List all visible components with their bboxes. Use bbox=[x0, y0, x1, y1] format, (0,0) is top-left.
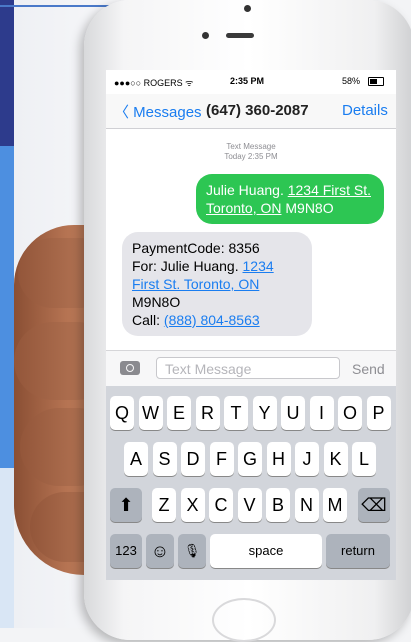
received-message-bubble[interactable]: PaymentCode: 8356 For: Julie Huang. 1234… bbox=[122, 232, 312, 336]
key-n[interactable]: N bbox=[294, 488, 319, 522]
phone-top-dot bbox=[244, 5, 251, 12]
for-line: For: Julie Huang. 1234 First St. Toronto… bbox=[132, 257, 302, 293]
phone-link[interactable]: (888) 804-8563 bbox=[164, 312, 260, 328]
key-v[interactable]: V bbox=[237, 488, 262, 522]
message-timestamp: Today 2:35 PM bbox=[224, 152, 278, 161]
details-button[interactable]: Details bbox=[342, 102, 388, 119]
key-t[interactable]: T bbox=[224, 396, 248, 430]
key-c[interactable]: C bbox=[209, 488, 233, 522]
call-prefix: Call: bbox=[132, 312, 161, 328]
key-h[interactable]: H bbox=[266, 442, 291, 476]
camera-icon[interactable] bbox=[120, 361, 140, 375]
key-j[interactable]: J bbox=[295, 442, 319, 476]
key-f[interactable]: F bbox=[209, 442, 234, 476]
key-x[interactable]: X bbox=[180, 488, 205, 522]
sent-postal: M9N8O bbox=[285, 200, 334, 216]
battery-icon bbox=[368, 77, 384, 86]
key-s[interactable]: S bbox=[152, 442, 177, 476]
battery-percent: 58% bbox=[342, 76, 361, 86]
key-z[interactable]: Z bbox=[152, 488, 176, 522]
key-q[interactable]: Q bbox=[110, 396, 134, 430]
clock: 2:35 PM bbox=[230, 76, 265, 86]
earpiece-speaker bbox=[226, 33, 254, 38]
key-g[interactable]: G bbox=[238, 442, 262, 476]
key-b[interactable]: B bbox=[266, 488, 290, 522]
emoji-icon[interactable]: ☺ bbox=[146, 534, 174, 568]
key-w[interactable]: W bbox=[138, 396, 163, 430]
call-line: Call: (888) 804-8563 bbox=[132, 311, 302, 329]
key-l[interactable]: L bbox=[352, 442, 376, 476]
key-d[interactable]: D bbox=[181, 442, 205, 476]
background-rule bbox=[0, 5, 110, 7]
return-key[interactable]: return bbox=[326, 534, 390, 568]
carrier-label: ●●●○○ ROGERS ᯤ bbox=[114, 78, 194, 88]
message-meta: Text Message Today 2:35 PM bbox=[106, 142, 396, 162]
message-type-label: Text Message bbox=[226, 142, 276, 151]
microphone-icon[interactable]: 🎙 bbox=[178, 534, 206, 568]
key-a[interactable]: A bbox=[124, 442, 148, 476]
home-button[interactable] bbox=[212, 598, 276, 642]
keyboard: Q W E R T Y U I O P A S D F G H J K L ⬆ Z X C V B N M ⌫ 123 ☺ 🎙 space re… bbox=[106, 386, 396, 580]
back-button[interactable]: 〈 Messages bbox=[114, 101, 202, 122]
background-blue-panel bbox=[0, 146, 14, 468]
nav-bar: 〈 Messages (647) 360-2087 Details bbox=[106, 94, 396, 129]
background-light-panel bbox=[0, 468, 14, 628]
front-camera bbox=[202, 32, 209, 39]
key-e[interactable]: E bbox=[167, 396, 191, 430]
shift-icon[interactable]: ⬆ bbox=[110, 488, 142, 522]
space-key[interactable]: space bbox=[210, 534, 322, 568]
for-prefix: For: Julie Huang. bbox=[132, 258, 239, 274]
key-k[interactable]: K bbox=[323, 442, 348, 476]
payment-code-line: PaymentCode: 8356 bbox=[132, 240, 260, 256]
sent-name: Julie Huang. bbox=[206, 182, 284, 198]
phone-screen: ●●●○○ ROGERS ᯤ 2:35 PM 58% 〈 Messages (6… bbox=[106, 70, 396, 580]
sent-message-bubble[interactable]: Julie Huang. 1234 First St. Toronto, ON … bbox=[196, 174, 384, 224]
key-p[interactable]: P bbox=[366, 396, 391, 430]
conversation-title: (647) 360-2087 bbox=[206, 102, 309, 119]
compose-bar: Text Message Send bbox=[106, 350, 396, 387]
key-r[interactable]: R bbox=[195, 396, 220, 430]
status-bar: ●●●○○ ROGERS ᯤ 2:35 PM 58% bbox=[106, 70, 396, 90]
delete-icon[interactable]: ⌫ bbox=[358, 488, 390, 522]
key-i[interactable]: I bbox=[309, 396, 334, 430]
key-o[interactable]: O bbox=[338, 396, 362, 430]
postal-line: M9N8O bbox=[132, 294, 181, 310]
key-u[interactable]: U bbox=[281, 396, 305, 430]
key-m[interactable]: M bbox=[323, 488, 347, 522]
numbers-key[interactable]: 123 bbox=[110, 534, 142, 568]
message-input[interactable]: Text Message bbox=[156, 357, 340, 379]
send-button[interactable]: Send bbox=[352, 361, 385, 377]
background-dark-panel bbox=[0, 0, 14, 146]
key-y[interactable]: Y bbox=[252, 396, 277, 430]
